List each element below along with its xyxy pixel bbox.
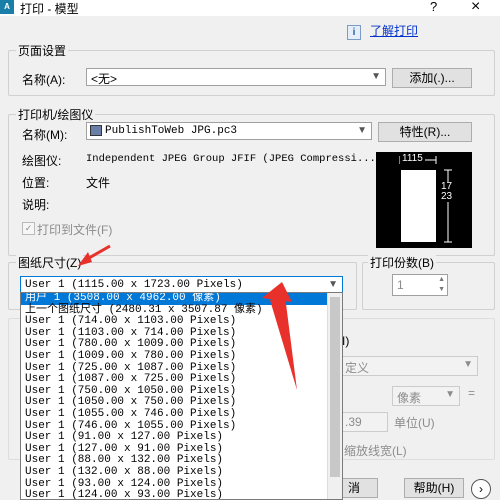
annotation-arrowhead-2 [262,282,292,302]
annotation-arrows [78,244,297,390]
annotation-arrow-2 [270,296,297,390]
annotation-arrowhead-1 [78,252,92,266]
